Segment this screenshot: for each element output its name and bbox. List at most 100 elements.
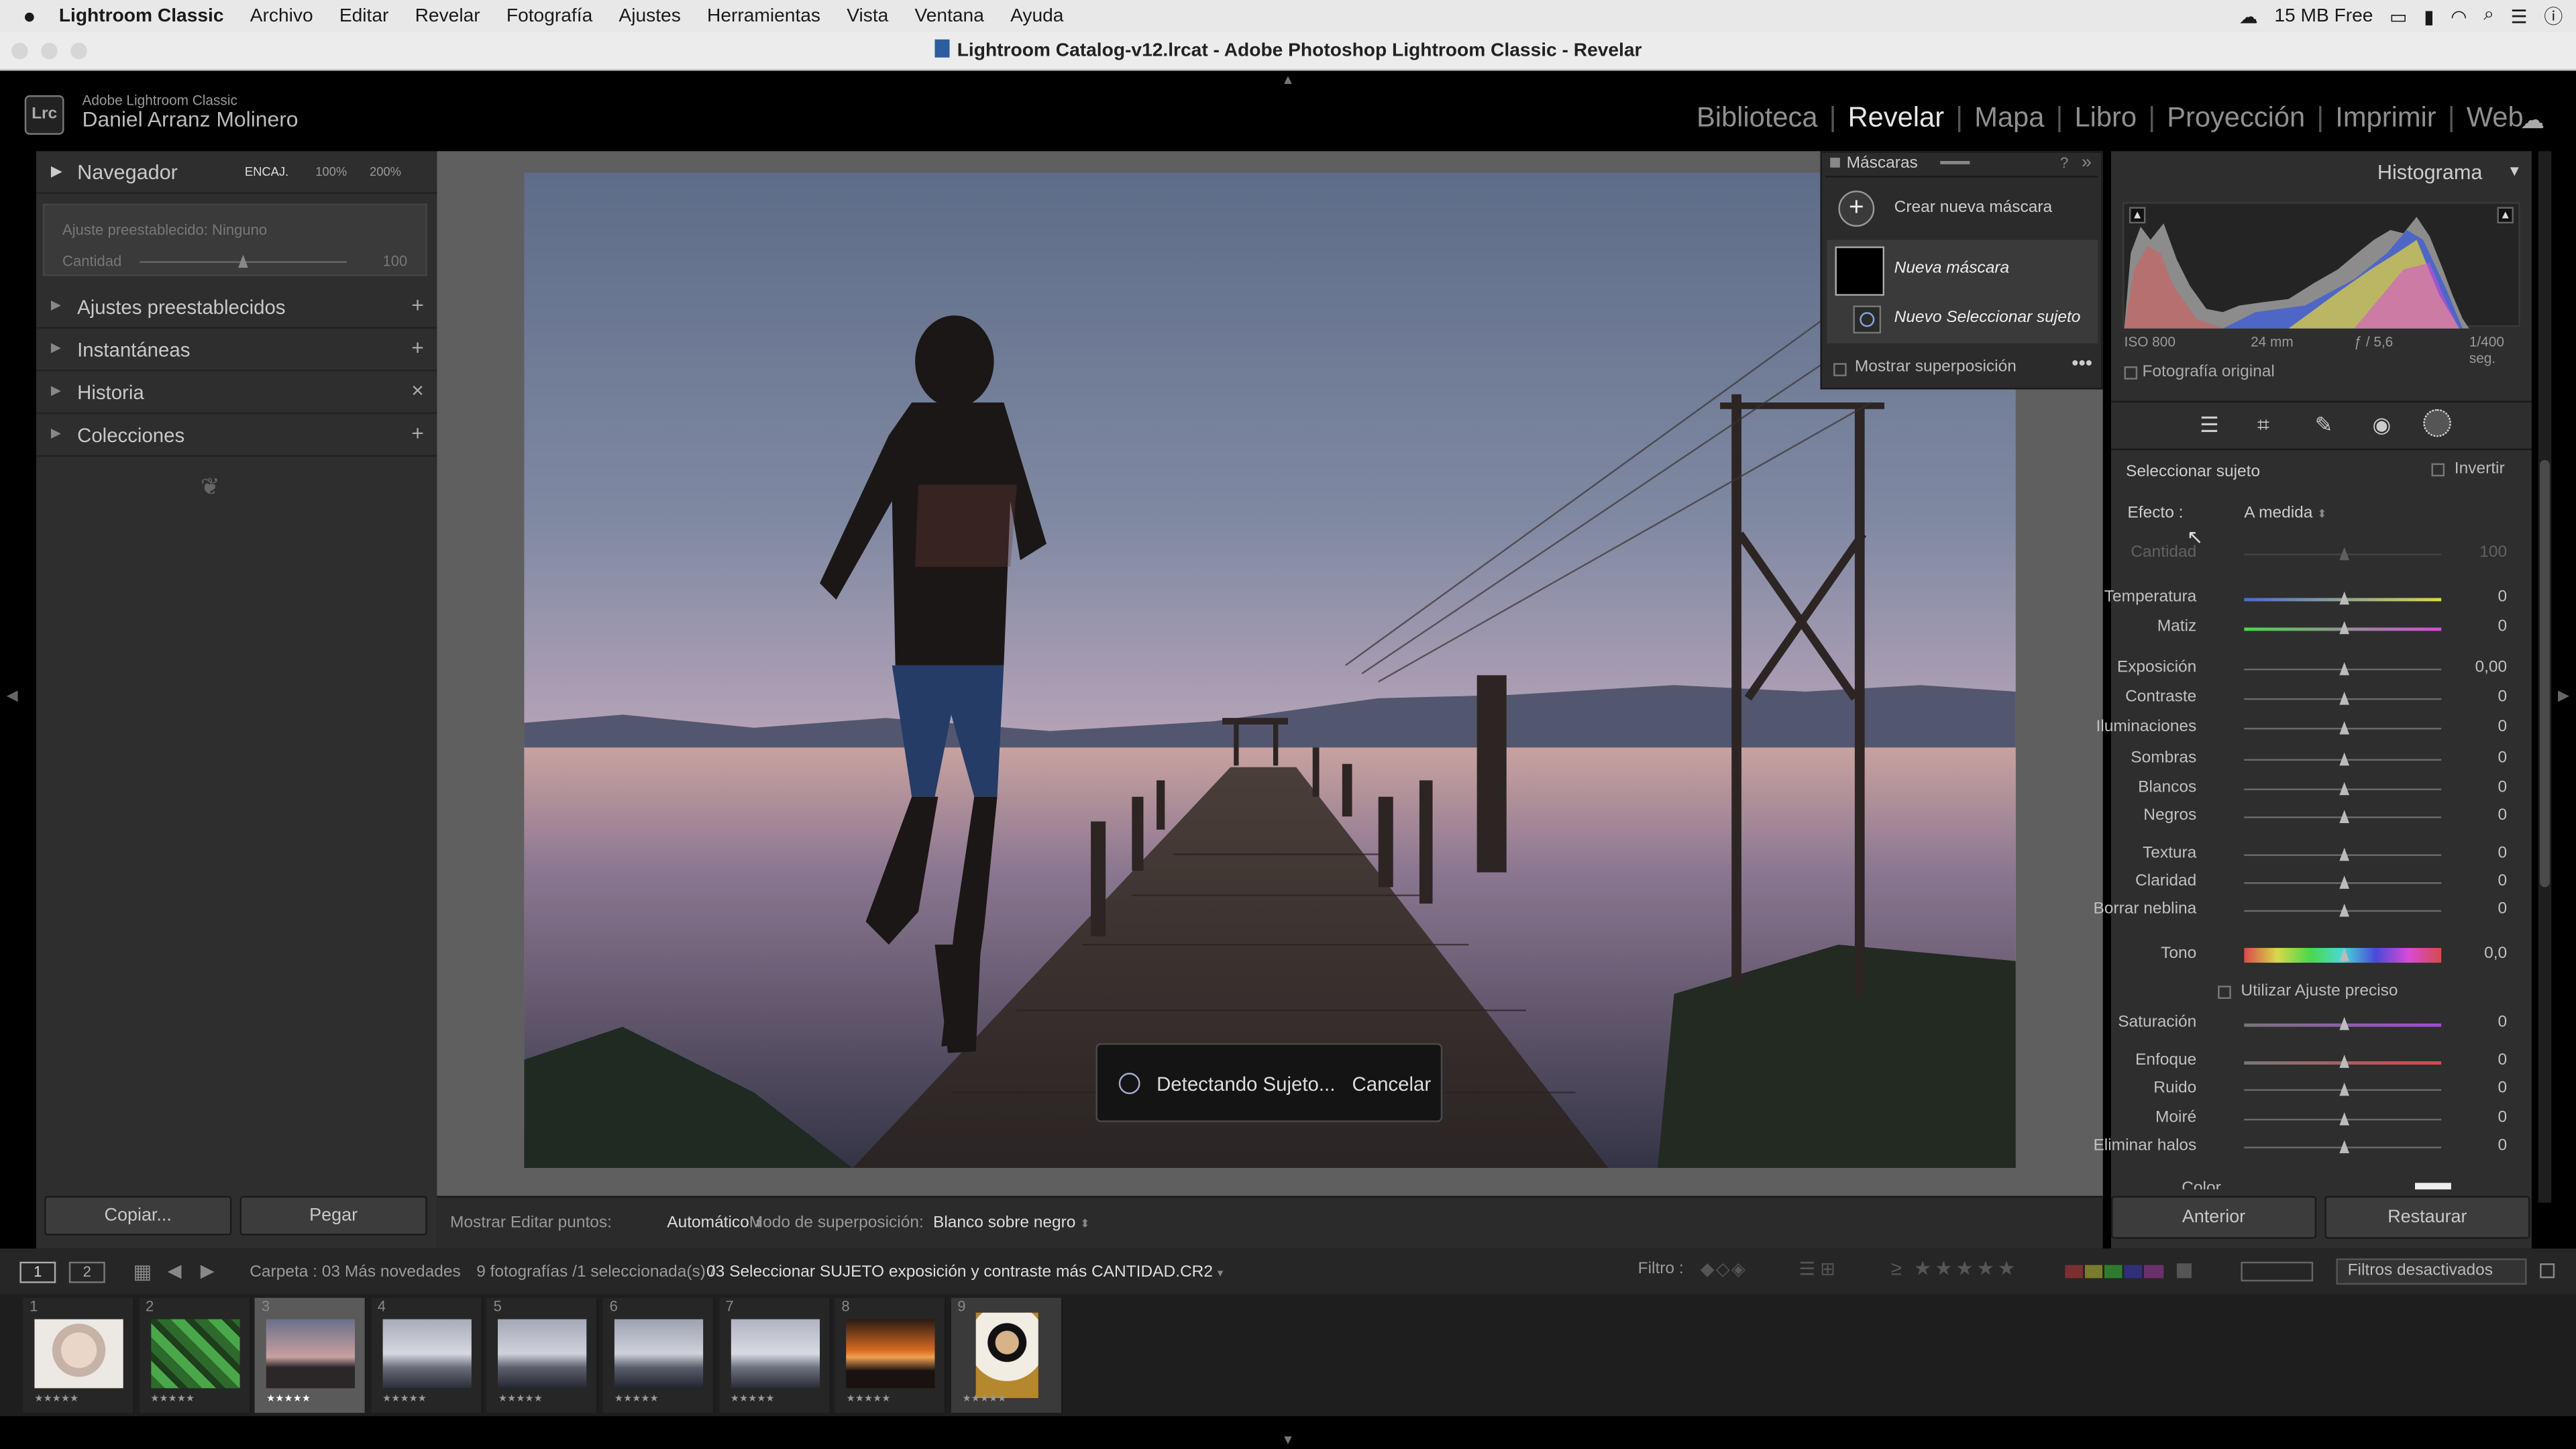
navigator-header[interactable]: ▶ Navegador ENCAJ. 100% 200% xyxy=(36,151,437,194)
slider-value[interactable]: 0 xyxy=(2498,900,2508,918)
collapse-triangle-icon[interactable]: ▼ xyxy=(2507,162,2522,178)
original-photo-checkbox[interactable] xyxy=(2124,366,2138,380)
flag-filter-icons[interactable]: ◆◇◈ xyxy=(1701,1258,1748,1279)
menu-item[interactable]: Editar xyxy=(326,6,402,25)
filmstrip-thumbnail[interactable]: 4 ★★★★★ xyxy=(370,1297,483,1413)
main-photo[interactable] xyxy=(524,172,2016,1169)
slider-enfoque[interactable]: Enfoque 0 xyxy=(2111,1048,2532,1074)
slider-claridad[interactable]: Claridad 0 xyxy=(2111,869,2532,896)
slider-thumb[interactable] xyxy=(2339,692,2350,705)
slider-value[interactable]: 0 xyxy=(2498,749,2508,767)
thumbnail-rating-stars[interactable]: ★★★★★ xyxy=(382,1393,427,1405)
section-action-icon[interactable]: + xyxy=(411,335,424,360)
slider-temperatura[interactable]: Temperatura 0 xyxy=(2104,585,2532,611)
module-proyección[interactable]: Proyección xyxy=(2167,102,2305,135)
slider-thumb[interactable] xyxy=(2339,1016,2350,1030)
grey-label-filter[interactable] xyxy=(2176,1263,2192,1279)
slider-value[interactable]: 0 xyxy=(2498,718,2508,736)
display-icon[interactable]: ▭ xyxy=(2390,4,2408,27)
filmstrip-thumbnail[interactable]: 6 ★★★★★ xyxy=(602,1297,715,1413)
thumbnail-image[interactable] xyxy=(150,1319,239,1389)
slider-textura[interactable]: Textura 0 xyxy=(2111,841,2532,867)
thumbnail-rating-stars[interactable]: ★★★★★ xyxy=(614,1393,659,1405)
thumbnail-image[interactable] xyxy=(382,1319,472,1389)
menu-app-name[interactable]: Lightroom Classic xyxy=(49,6,237,25)
histogram-graph[interactable]: ▲ ▲ xyxy=(2123,202,2520,329)
subject-component-icon[interactable] xyxy=(1853,305,1882,334)
module-web[interactable]: Web xyxy=(2467,102,2524,135)
color-label-filter[interactable] xyxy=(2065,1265,2164,1279)
slider-value[interactable]: 0 xyxy=(2498,618,2508,636)
fine-adjust-checkbox[interactable] xyxy=(2218,985,2231,999)
close-window-button[interactable] xyxy=(11,42,28,60)
kind-filter-icons[interactable] xyxy=(2241,1261,2314,1282)
healing-icon[interactable]: ✎ xyxy=(2315,413,2333,439)
color-swatch[interactable] xyxy=(2415,1183,2451,1190)
slider-value[interactable]: 0 xyxy=(2498,688,2508,706)
primary-screen-button[interactable]: 1 xyxy=(19,1261,56,1283)
zoom-fit-option[interactable]: ENCAJ. xyxy=(245,164,288,179)
mask-thumbnail[interactable] xyxy=(1835,246,1884,296)
slider-thumb[interactable] xyxy=(2339,1140,2350,1154)
left-section-header[interactable]: ▶ Colecciones + xyxy=(36,414,437,457)
amount-slider-thumb[interactable] xyxy=(238,254,248,268)
slider-thumb[interactable] xyxy=(2339,1112,2350,1126)
collapse-top-arrow-icon[interactable]: ▲ xyxy=(1281,72,1294,87)
slider-thumb[interactable] xyxy=(2339,1055,2350,1068)
highlight-clipping-icon[interactable]: ▲ xyxy=(2497,207,2514,224)
filmstrip-thumbnail[interactable]: 5 ★★★★★ xyxy=(486,1297,599,1413)
slider-value[interactable]: 0 xyxy=(2498,1137,2508,1155)
creative-cloud-icon[interactable]: ☁ xyxy=(2239,4,2258,27)
thumbnail-image[interactable] xyxy=(975,1312,1038,1399)
filter-lock-icon[interactable] xyxy=(2540,1263,2555,1279)
slider-value[interactable]: 0 xyxy=(2498,845,2508,863)
slider-thumb[interactable] xyxy=(2339,752,2350,766)
show-overlay-checkbox[interactable] xyxy=(1833,363,1847,376)
slider-eliminar-halos[interactable]: Eliminar halos 0 xyxy=(2093,1134,2532,1160)
thumbnail-image[interactable] xyxy=(614,1319,704,1389)
left-section-header[interactable]: ▶ Instantáneas + xyxy=(36,329,437,372)
cloud-sync-icon[interactable]: ☁ xyxy=(2520,105,2545,135)
help-icon[interactable]: ? xyxy=(2060,154,2068,170)
module-mapa[interactable]: Mapa xyxy=(1974,102,2044,135)
slider-borrar-neblina[interactable]: Borrar neblina 0 xyxy=(2093,897,2532,923)
slider-blancos[interactable]: Blancos 0 xyxy=(2111,775,2532,802)
grid-icon[interactable]: ▦ xyxy=(133,1260,152,1283)
filmstrip-thumbnail[interactable]: 3 ★★★★★ xyxy=(255,1297,367,1413)
forward-arrow-icon[interactable]: ▶ xyxy=(201,1260,215,1281)
masking-icon[interactable] xyxy=(2423,409,2451,437)
left-panel-toggle-icon[interactable]: ◀ xyxy=(7,687,18,705)
thumbnail-image[interactable] xyxy=(34,1319,123,1389)
slider-thumb[interactable] xyxy=(2339,847,2350,861)
thumbnail-rating-stars[interactable]: ★★★★★ xyxy=(150,1393,195,1405)
create-mask-button[interactable]: Crear nueva máscara xyxy=(1894,199,2052,217)
slider-value[interactable]: 0 xyxy=(2498,779,2508,797)
thumbnail-rating-stars[interactable]: ★★★★★ xyxy=(266,1393,311,1405)
slider-thumb[interactable] xyxy=(2339,948,2350,961)
collapse-bottom-arrow-icon[interactable]: ▼ xyxy=(1281,1433,1294,1448)
thumbnail-rating-stars[interactable]: ★★★★★ xyxy=(34,1393,78,1405)
slider-value[interactable]: 0 xyxy=(2498,588,2508,606)
red-eye-icon[interactable]: ◉ xyxy=(2372,413,2391,439)
menu-item[interactable]: Fotografía xyxy=(493,6,606,25)
slider-thumb[interactable] xyxy=(2339,810,2350,823)
battery-icon[interactable]: ▮ xyxy=(2424,4,2434,27)
paste-button[interactable]: Pegar xyxy=(239,1195,427,1236)
slider-value[interactable]: 0,00 xyxy=(2475,659,2507,677)
section-action-icon[interactable]: × xyxy=(411,378,424,402)
module-biblioteca[interactable]: Biblioteca xyxy=(1697,102,1818,135)
overlay-mode-dropdown[interactable]: Blanco sobre negro ⬍ xyxy=(933,1214,1090,1232)
thumbnail-image[interactable] xyxy=(266,1319,356,1389)
slider-ruido[interactable]: Ruido 0 xyxy=(2111,1076,2532,1102)
slider-value[interactable]: 0 xyxy=(2498,1051,2508,1069)
filmstrip-thumbnail[interactable]: 1 ★★★★★ xyxy=(23,1297,135,1413)
slider-value[interactable]: 0 xyxy=(2498,1109,2508,1127)
module-revelar[interactable]: Revelar xyxy=(1848,102,1944,135)
slider-sombras[interactable]: Sombras 0 xyxy=(2111,746,2532,772)
filmstrip-thumbnail[interactable]: 2 ★★★★★ xyxy=(139,1297,251,1413)
zoom-window-button[interactable] xyxy=(70,42,87,60)
scrollbar-thumb[interactable] xyxy=(2540,460,2550,888)
minimize-window-button[interactable] xyxy=(41,42,58,60)
slider-contraste[interactable]: Contraste 0 xyxy=(2111,685,2532,711)
menu-item[interactable]: Ventana xyxy=(902,6,998,25)
